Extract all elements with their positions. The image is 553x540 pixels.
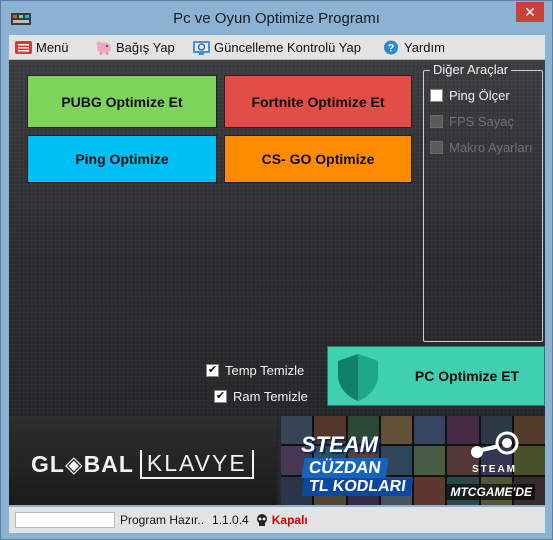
fps-counter-checkbox [430, 115, 443, 128]
ping-meter-option[interactable]: Ping Ölçer [430, 88, 510, 103]
global-klavye-banner[interactable]: GL◈BAL KLAVYE [9, 416, 277, 505]
steam-logo-icon [471, 431, 519, 458]
codes-text: TL KODLARI [301, 478, 413, 496]
option-label: Ram Temizle [233, 389, 308, 404]
ping-meter-checkbox[interactable] [430, 89, 443, 102]
wallet-text: CÜZDAN [301, 458, 389, 478]
update-icon [193, 41, 210, 55]
menu-label: Güncelleme Kontrolü Yap [214, 40, 361, 55]
ram-clean-option[interactable]: ✔ Ram Temizle [214, 389, 308, 404]
app-window: Pc ve Oyun Optimize Programı ✕ Menü Bağı… [0, 0, 553, 540]
menu-label: Yardım [404, 40, 445, 55]
brand-logo: GL◈BAL KLAVYE [31, 450, 254, 479]
temp-clean-option[interactable]: ✔ Temp Temizle [206, 363, 304, 378]
steam-wallet-banner[interactable]: STEAM CÜZDAN TL KODLARI STEAM MTCGAME'DE [281, 416, 545, 505]
menu-item-menu[interactable]: Menü [15, 38, 69, 57]
pubg-optimize-button[interactable]: PUBG Optimize Et [27, 75, 217, 128]
csgo-optimize-button[interactable]: CS- GO Optimize [224, 135, 412, 183]
macro-settings-option: Makro Ayarları [430, 140, 533, 155]
menu-item-update-check[interactable]: Güncelleme Kontrolü Yap [193, 38, 361, 57]
temp-clean-checkbox[interactable]: ✔ [206, 364, 219, 377]
menu-item-donate[interactable]: Bağış Yap [95, 38, 175, 57]
steam-logo-text: STEAM [472, 464, 517, 475]
pc-optimize-label: PC Optimize ET [414, 368, 520, 384]
menu-bar: Menü Bağış Yap Güncelleme Kontrolü Yap ?… [9, 35, 545, 60]
ram-clean-checkbox[interactable]: ✔ [214, 390, 227, 403]
close-button[interactable]: ✕ [516, 2, 544, 22]
site-name: MTCGAME'DE [447, 484, 535, 500]
option-label: Temp Temizle [225, 363, 305, 378]
other-tools-group: Diğer Araçlar Ping Ölçer FPS Sayaç Makro… [423, 62, 543, 342]
pc-optimize-button[interactable]: PC Optimize ET [327, 346, 545, 406]
window-title: Pc ve Oyun Optimize Programı [173, 10, 380, 27]
svg-text:?: ? [388, 43, 395, 55]
fps-counter-option: FPS Sayaç [430, 114, 514, 129]
menu-label: Bağış Yap [116, 40, 175, 55]
status-bar: Program Hazır.. 1.1.0.4 Kapalı [9, 507, 545, 533]
option-label: FPS Sayaç [449, 114, 515, 129]
piggy-bank-icon [96, 41, 111, 55]
option-label: Makro Ayarları [449, 140, 533, 155]
menu-label: Menü [36, 40, 69, 55]
main-panel: PUBG Optimize Et Fortnite Optimize Et Pi… [9, 60, 545, 505]
steam-title: STEAM [301, 432, 378, 457]
skull-icon [256, 514, 267, 526]
option-label: Ping Ölçer [449, 88, 510, 103]
shield-icon [338, 354, 378, 401]
version-label: 1.1.0.4 [212, 513, 249, 527]
brand-global: GL◈BAL [31, 451, 134, 477]
group-title: Diğer Araçlar [430, 62, 512, 77]
menu-icon [15, 41, 32, 54]
ping-optimize-button[interactable]: Ping Optimize [27, 135, 217, 183]
progress-bar [15, 512, 115, 528]
fortnite-optimize-button[interactable]: Fortnite Optimize Et [224, 75, 412, 128]
status-text: Program Hazır.. [120, 513, 205, 527]
title-bar[interactable]: Pc ve Oyun Optimize Programı ✕ [1, 1, 552, 35]
brand-klavye: KLAVYE [139, 450, 254, 479]
menu-item-help[interactable]: ? Yardım [383, 38, 445, 57]
help-icon: ? [384, 40, 398, 55]
macro-settings-checkbox [430, 141, 443, 154]
connection-state: Kapalı [271, 513, 308, 527]
